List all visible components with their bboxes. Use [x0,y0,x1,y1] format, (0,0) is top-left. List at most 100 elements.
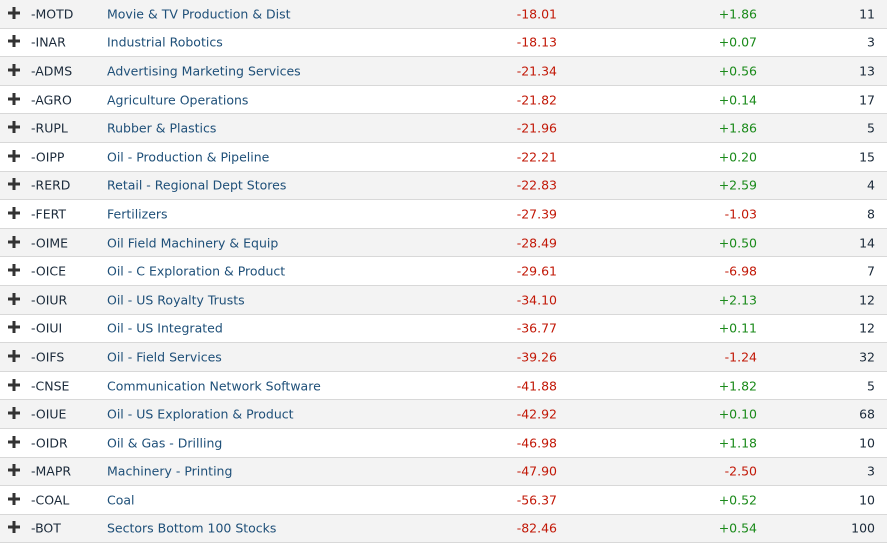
ticker-symbol: -OIME [31,235,69,251]
change-value: -2.50 [724,463,757,479]
change-value: +1.18 [718,435,757,451]
change-value: +0.56 [718,63,757,79]
expand-plus-icon[interactable] [8,378,22,393]
performance-value: -21.82 [516,92,557,108]
sector-name-link[interactable]: Oil & Gas - Drilling [107,435,222,450]
performance-value: -34.10 [516,292,557,308]
sector-name-link[interactable]: Rubber & Plastics [107,121,216,136]
sector-name-link[interactable]: Agriculture Operations [107,92,248,107]
performance-value: -21.34 [516,63,557,79]
change-value: -1.24 [724,349,757,365]
expand-plus-icon[interactable] [8,521,22,535]
stock-count: 3 [867,34,875,50]
expand-plus-icon[interactable] [8,292,22,307]
ticker-symbol: -OIFS [31,349,65,365]
stock-count: 12 [859,320,875,336]
ticker-symbol: -RUPL [31,120,68,136]
table-row: -CNSE Communication Network Software -41.8… [0,372,887,401]
stock-count: 11 [859,6,875,22]
ticker-symbol: -FERT [31,206,67,222]
stock-count: 15 [859,149,875,165]
table-row: -MAPR Machinery - Printing -47.90 -2.50 3 [0,457,887,487]
sector-name-link[interactable]: Machinery - Printing [107,464,232,479]
stock-count: 7 [867,263,875,279]
sector-name-link[interactable]: Retail - Regional Dept Stores [107,178,286,193]
sector-name-link[interactable]: Fertilizers [107,206,168,221]
change-value: +1.86 [718,6,757,22]
table-row: -OIME Oil Field Machinery & Equip -28.49 +0… [0,228,887,258]
ticker-symbol: -INAR [31,34,66,50]
expand-plus-icon[interactable] [8,206,22,221]
sector-name-link[interactable]: Oil Field Machinery & Equip [107,235,278,250]
sector-name-link[interactable]: Advertising Marketing Services [107,63,301,78]
table-row: -FERT Fertilizers -27.39 -1.03 8 [0,200,887,229]
change-value: +0.10 [718,406,757,422]
stock-count: 3 [867,463,875,479]
table-row: -OIDR Oil & Gas - Drilling -46.98 +1.18 10 [0,429,887,458]
stock-count: 100 [851,520,875,536]
sector-name-link[interactable]: Oil - C Exploration & Product [107,264,285,279]
performance-value: -27.39 [516,206,557,222]
performance-value: -42.92 [516,406,557,422]
stock-count: 68 [859,406,875,422]
expand-plus-icon[interactable] [8,264,22,278]
change-value: +0.52 [718,492,757,508]
expand-plus-icon[interactable] [8,121,22,135]
expand-plus-icon[interactable] [8,92,22,107]
expand-plus-icon[interactable] [8,321,22,335]
expand-plus-icon[interactable] [8,349,22,364]
sector-name-link[interactable]: Communication Network Software [107,378,321,393]
expand-plus-icon[interactable] [8,407,22,421]
sector-table: -MOTD Movie & TV Production & Dist -18.01 +… [0,0,887,544]
performance-value: -47.90 [516,463,557,479]
sector-name-link[interactable]: Sectors Bottom 100 Stocks [107,521,276,536]
stock-count: 5 [867,378,875,394]
change-value: +2.13 [718,292,757,308]
change-value: +0.07 [718,34,757,50]
performance-value: -21.96 [516,120,557,136]
stock-count: 4 [867,177,875,193]
sector-name-link[interactable]: Oil - Production & Pipeline [107,149,269,164]
performance-value: -36.77 [516,320,557,336]
change-value: +2.59 [718,177,757,193]
change-value: +0.50 [718,235,757,251]
sector-name-link[interactable]: Oil - US Integrated [107,321,223,336]
table-row: -RUPL Rubber & Plastics -21.96 +1.86 5 [0,114,887,143]
sector-name-link[interactable]: Industrial Robotics [107,35,223,50]
sector-name-link[interactable]: Movie & TV Production & Dist [107,6,291,21]
table-row: -COAL Coal -56.37 +0.52 10 [0,486,887,515]
change-value: +0.11 [718,320,757,336]
change-value: +0.14 [718,92,757,108]
stock-count: 12 [859,292,875,308]
ticker-symbol: -OIDR [31,435,68,451]
change-value: -6.98 [724,263,757,279]
performance-value: -29.61 [516,263,557,279]
performance-value: -28.49 [516,235,557,251]
table-row: -AGRO Agriculture Operations -21.82 +0.14 17 [0,86,887,115]
stock-count: 10 [859,435,875,451]
performance-value: -18.13 [516,34,557,50]
ticker-symbol: -ADMS [31,63,73,79]
sector-name-link[interactable]: Oil - US Royalty Trusts [107,292,245,307]
expand-plus-icon[interactable] [8,492,22,507]
expand-plus-icon[interactable] [8,435,22,450]
expand-plus-icon[interactable] [8,6,22,21]
change-value: +1.82 [718,378,757,394]
sector-name-link[interactable]: Coal [107,492,135,507]
ticker-symbol: -CNSE [31,378,70,394]
expand-plus-icon[interactable] [8,35,22,49]
ticker-symbol: -MOTD [31,6,74,22]
sector-name-link[interactable]: Oil - US Exploration & Product [107,407,294,422]
stock-count: 32 [859,349,875,365]
change-value: +0.54 [718,520,757,536]
change-value: -1.03 [724,206,757,222]
sector-name-link[interactable]: Oil - Field Services [107,349,222,364]
expand-plus-icon[interactable] [8,235,22,250]
expand-plus-icon[interactable] [8,178,22,192]
expand-plus-icon[interactable] [8,149,22,164]
expand-plus-icon[interactable] [8,63,22,78]
ticker-symbol: -OIUI [31,320,63,336]
ticker-symbol: -AGRO [31,92,72,108]
expand-plus-icon[interactable] [8,464,22,478]
table-row: -OICE Oil - C Exploration & Product -29.61… [0,257,887,286]
